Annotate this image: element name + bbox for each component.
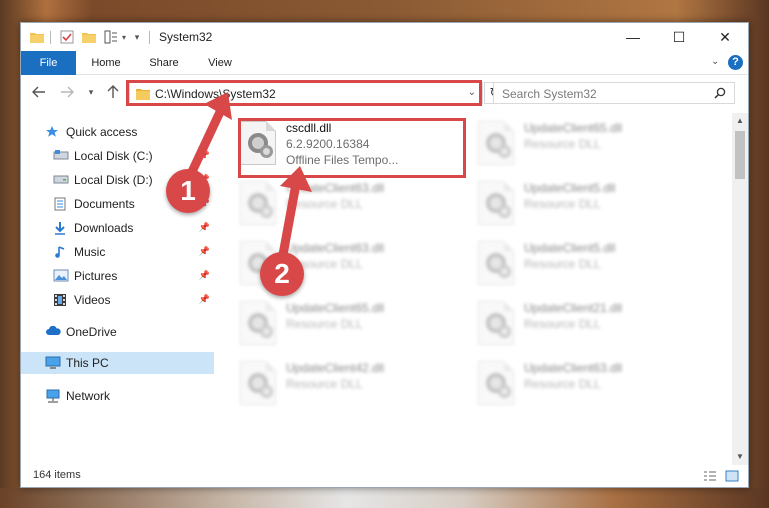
arrow-1 <box>185 107 225 181</box>
callout-2: 2 <box>260 252 304 296</box>
annotation-arrows <box>185 92 312 265</box>
arrow-2 <box>277 179 301 265</box>
arrow-2-head <box>280 166 312 192</box>
callout-1: 1 <box>166 169 210 213</box>
